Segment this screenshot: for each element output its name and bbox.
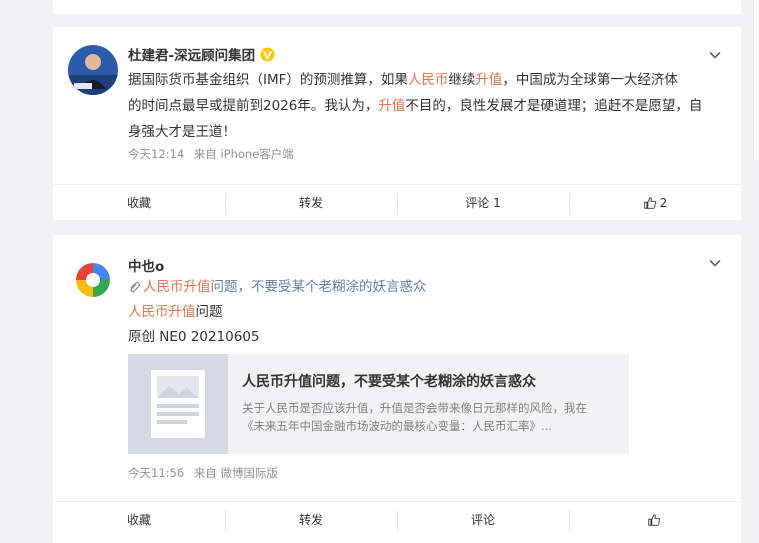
weibo-post-2: 中也o 人民币 升值 问题，不要受某个老糊涂的妖言惑众 人民币升值问题 原创 NE0… (53, 235, 741, 543)
keyword-link[interactable]: 升值 (378, 98, 405, 114)
post-source: 来自 iPhone客户端 (193, 147, 294, 161)
post-time[interactable]: 今天11:56 (128, 466, 184, 480)
avatar[interactable] (68, 45, 118, 95)
author-name[interactable]: 中也o (128, 255, 164, 275)
like-count: 2 (659, 195, 668, 210)
article-summary: 关于人民币是否应该升值，升值是否会带来像日元那样的风险，我在 《未来五年中国金融… (242, 401, 587, 433)
repost-button[interactable]: 转发 (225, 502, 397, 537)
like-button[interactable] (569, 502, 741, 537)
post-text-line: 人民币升值问题 (128, 304, 223, 320)
verified-badge-icon (260, 46, 275, 62)
post-text-line: 原创 NE0 20210605 (128, 329, 260, 345)
previous-post-card (53, 0, 741, 14)
keyword-link[interactable]: 升值 (475, 72, 502, 88)
post-source: 来自 微博国际版 (193, 466, 278, 480)
chevron-down-icon[interactable] (707, 47, 723, 63)
action-bar: 收藏 转发 评论 1 2 (53, 184, 741, 220)
action-bar: 收藏 转发 评论 (53, 501, 741, 537)
post-text: 据国际货币基金组织（IMF）的预测推算，如果人民币继续升值，中国成为全球第一大经… (128, 72, 703, 140)
side-panel-edge (753, 0, 759, 160)
favorite-button[interactable]: 收藏 (53, 185, 225, 220)
post-meta: 今天11:56 来自 微博国际版 (128, 465, 284, 481)
document-icon (151, 370, 205, 438)
comment-button[interactable]: 评论 (397, 502, 569, 537)
post-meta: 今天12:14 来自 iPhone客户端 (128, 146, 300, 162)
keyword-link[interactable]: 人民币 (128, 304, 169, 320)
weibo-post-1: 杜建君-深远顾问集团 据国际货币基金组织（IMF）的预测推算，如果人民币继续升值… (53, 27, 741, 220)
keyword-link[interactable]: 人民币 (408, 72, 449, 88)
favorite-button[interactable]: 收藏 (53, 502, 225, 537)
keyword-link[interactable]: 升值 (169, 304, 196, 320)
link-icon (130, 281, 140, 292)
chevron-down-icon[interactable] (707, 255, 723, 271)
thumbs-up-icon (643, 196, 656, 209)
article-preview-card[interactable]: 人民币升值问题，不要受某个老糊涂的妖言惑众 关于人民币是否应该升值，升值是否会带… (128, 354, 629, 454)
avatar[interactable] (68, 255, 118, 305)
like-button[interactable]: 2 (569, 185, 741, 220)
article-link[interactable]: 人民币 升值 问题，不要受某个老糊涂的妖言惑众 (128, 277, 427, 297)
repost-button[interactable]: 转发 (225, 185, 397, 220)
thumbs-up-icon (647, 513, 660, 526)
article-title: 人民币升值问题，不要受某个老糊涂的妖言惑众 (242, 374, 536, 390)
author-name[interactable]: 杜建君-深远顾问集团 (128, 44, 275, 64)
article-thumbnail (128, 354, 228, 454)
post-time[interactable]: 今天12:14 (128, 147, 184, 161)
comment-button[interactable]: 评论 1 (397, 185, 569, 220)
